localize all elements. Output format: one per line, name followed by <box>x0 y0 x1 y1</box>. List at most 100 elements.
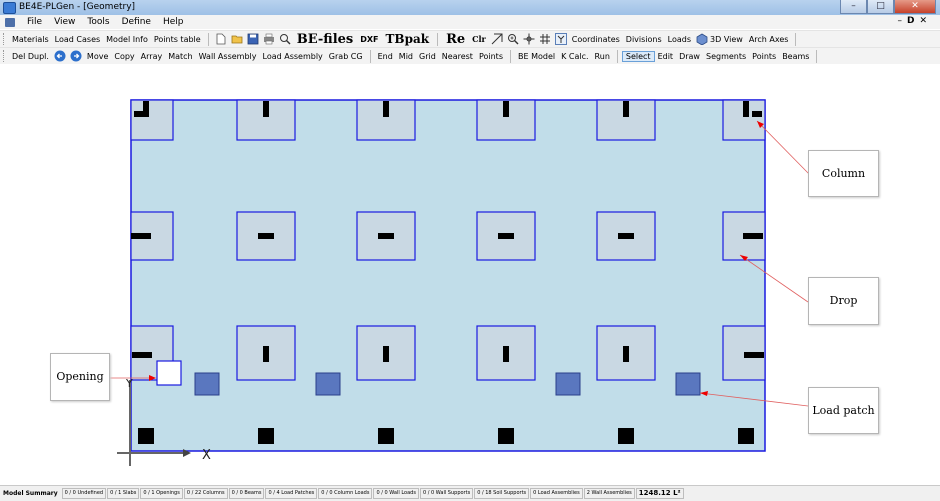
model-info-button[interactable]: Model Info <box>103 35 151 44</box>
redo-icon[interactable] <box>70 50 82 62</box>
edit-mode-button[interactable]: Edit <box>655 52 677 61</box>
draw-mode-button[interactable]: Draw <box>676 52 703 61</box>
column[interactable] <box>383 346 389 362</box>
menu-tools[interactable]: Tools <box>81 17 115 27</box>
close-icon[interactable]: ✕ <box>894 0 936 14</box>
load-cases-button[interactable]: Load Cases <box>52 35 103 44</box>
grid-icon[interactable] <box>539 33 551 45</box>
load-assembly-button[interactable]: Load Assembly <box>260 52 326 61</box>
load-patch[interactable] <box>555 372 581 396</box>
toolbar-grip[interactable] <box>3 33 6 45</box>
opening[interactable] <box>156 360 182 386</box>
column[interactable] <box>138 428 154 444</box>
segments-mode-button[interactable]: Segments <box>703 52 749 61</box>
x-axis-label[interactable]: X <box>202 448 211 463</box>
beams-mode-button[interactable]: Beams <box>779 52 812 61</box>
column[interactable] <box>134 111 144 117</box>
snap-nearest-button[interactable]: Nearest <box>439 52 476 61</box>
drop-panel[interactable] <box>130 99 174 141</box>
y-axis-label[interactable]: Y <box>125 377 133 390</box>
snap-mid-button[interactable]: Mid <box>396 52 416 61</box>
del-dupl-button[interactable]: Del Dupl. <box>9 52 52 61</box>
tbpak-button[interactable]: TBpak <box>382 32 434 46</box>
column[interactable] <box>618 233 634 239</box>
menu-define[interactable]: Define <box>116 17 157 27</box>
column[interactable] <box>263 101 269 117</box>
copy-button[interactable]: Copy <box>111 52 137 61</box>
column[interactable] <box>738 428 754 444</box>
snap-points-button[interactable]: Points <box>476 52 506 61</box>
be-files-button[interactable]: BE-files <box>293 32 358 47</box>
clr-button[interactable]: Clr <box>469 34 489 44</box>
column[interactable] <box>503 101 509 117</box>
3d-view-button[interactable]: 3D View <box>710 35 746 44</box>
column[interactable] <box>383 101 389 117</box>
undo-icon[interactable] <box>54 50 66 62</box>
save-icon[interactable] <box>247 33 259 45</box>
column[interactable] <box>752 111 762 117</box>
print-icon[interactable] <box>263 33 275 45</box>
divisions-button[interactable]: Divisions <box>623 35 665 44</box>
arch-axes-button[interactable]: Arch Axes <box>746 35 792 44</box>
column[interactable] <box>132 352 152 358</box>
slab-plan[interactable]: XY <box>0 64 940 485</box>
column[interactable] <box>618 428 634 444</box>
k-calc-button[interactable]: K Calc. <box>558 52 591 61</box>
be-model-button[interactable]: BE Model <box>515 52 558 61</box>
status-column-loads: 0 / 0 Column Loads <box>318 488 373 499</box>
drawing-canvas[interactable]: XY Column Drop Opening Load patch <box>0 64 940 485</box>
column[interactable] <box>378 428 394 444</box>
snap-end-button[interactable]: End <box>375 52 396 61</box>
column[interactable] <box>623 346 629 362</box>
points-mode-button[interactable]: Points <box>749 52 779 61</box>
column[interactable] <box>743 233 763 239</box>
materials-button[interactable]: Materials <box>9 35 52 44</box>
grab-cg-button[interactable]: Grab CG <box>326 52 366 61</box>
column[interactable] <box>258 428 274 444</box>
separator <box>795 32 797 46</box>
loads-button[interactable]: Loads <box>665 35 694 44</box>
column[interactable] <box>498 428 514 444</box>
dxf-button[interactable]: DXF <box>357 35 381 44</box>
maximize-icon[interactable]: □ <box>867 0 894 14</box>
re-button[interactable]: Re <box>442 32 469 47</box>
zoom-extents-icon[interactable] <box>491 33 503 45</box>
3d-view-icon[interactable] <box>696 33 708 45</box>
axes-icon[interactable] <box>554 33 567 45</box>
column[interactable] <box>498 233 514 239</box>
open-folder-icon[interactable] <box>231 33 243 45</box>
column[interactable] <box>623 101 629 117</box>
document-icon[interactable] <box>5 17 15 27</box>
coordinates-button[interactable]: Coordinates <box>569 35 623 44</box>
load-patch[interactable] <box>194 372 220 396</box>
column[interactable] <box>503 346 509 362</box>
menu-file[interactable]: File <box>21 17 48 27</box>
zoom-window-icon[interactable] <box>507 33 519 45</box>
minimize-icon[interactable]: – <box>840 0 867 14</box>
menu-view[interactable]: View <box>48 17 81 27</box>
menu-help[interactable]: Help <box>157 17 190 27</box>
match-button[interactable]: Match <box>165 52 195 61</box>
column[interactable] <box>378 233 394 239</box>
array-button[interactable]: Array <box>138 52 166 61</box>
snap-grid-button[interactable]: Grid <box>416 52 439 61</box>
move-button[interactable]: Move <box>84 52 111 61</box>
points-table-button[interactable]: Points table <box>151 35 204 44</box>
wall-assembly-button[interactable]: Wall Assembly <box>196 52 260 61</box>
new-file-icon[interactable] <box>215 33 227 45</box>
slab[interactable] <box>130 99 766 452</box>
select-mode-button[interactable]: Select <box>621 50 655 62</box>
print-preview-icon[interactable] <box>279 33 291 45</box>
pan-icon[interactable] <box>523 33 535 45</box>
load-patch[interactable] <box>675 372 701 396</box>
mdi-controls[interactable]: –𝗗✕ <box>897 16 932 26</box>
toolbar-grip[interactable] <box>3 50 6 62</box>
column[interactable] <box>258 233 274 239</box>
column[interactable] <box>263 346 269 362</box>
column[interactable] <box>743 101 749 117</box>
column[interactable] <box>131 233 151 239</box>
run-button[interactable]: Run <box>592 52 613 61</box>
column[interactable] <box>744 352 764 358</box>
load-patch[interactable] <box>315 372 341 396</box>
drop-callout: Drop <box>808 277 879 325</box>
